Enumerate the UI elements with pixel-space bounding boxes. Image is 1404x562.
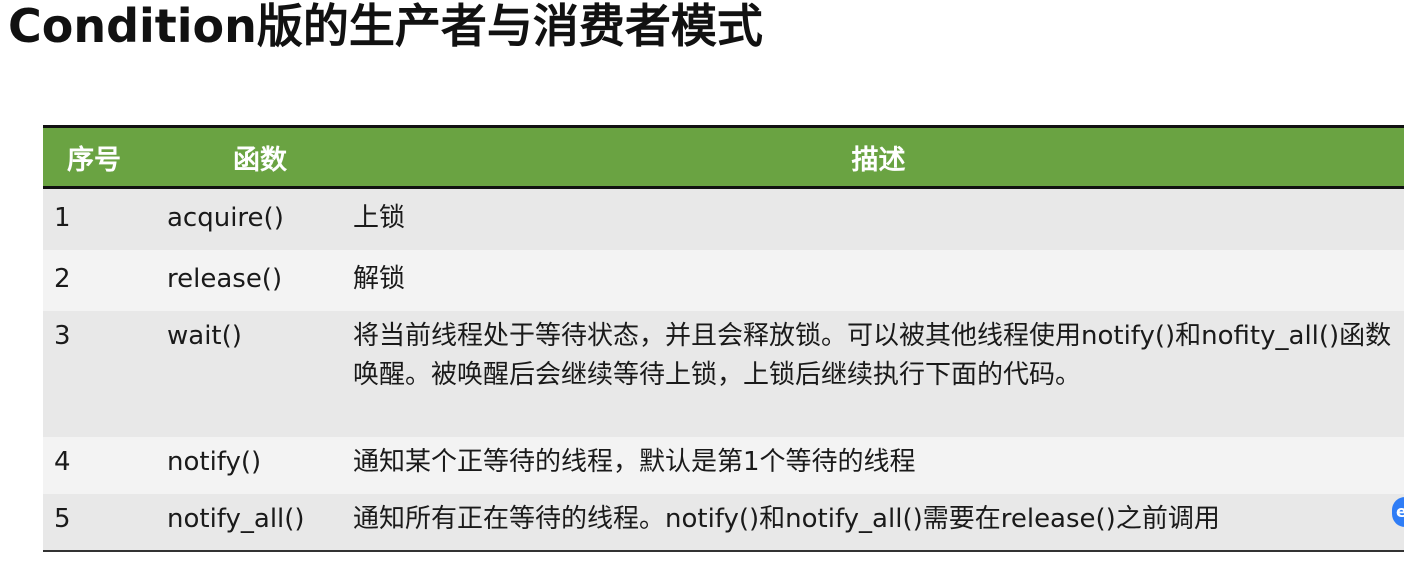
function-table: 序号 函数 描述 1 acquire() 上锁 2 release() 解锁 3… [43, 125, 1404, 552]
row-function: notify_all() [167, 494, 353, 552]
row-description: 通知所有正在等待的线程。notify()和notify_all()需要在rele… [353, 494, 1404, 552]
table-row: 4 notify() 通知某个正等待的线程，默认是第1个等待的线程 [43, 437, 1404, 494]
header-number: 序号 [43, 125, 167, 189]
row-number: 5 [43, 494, 167, 552]
row-function: release() [167, 264, 283, 294]
table-row: 3 wait() 将当前线程处于等待状态，并且会释放锁。可以被其他线程使用not… [43, 311, 1404, 437]
table-row: 2 release() 解锁 [43, 250, 1404, 311]
table-row: 5 notify_all() 通知所有正在等待的线程。notify()和noti… [43, 494, 1404, 552]
row-description: 通知某个正等待的线程，默认是第1个等待的线程 [353, 447, 916, 477]
row-description: 上锁 [353, 203, 406, 233]
row-number: 4 [54, 447, 71, 477]
row-function: acquire() [167, 203, 284, 233]
row-description: 将当前线程处于等待状态，并且会释放锁。可以被其他线程使用notify()和nof… [353, 321, 1392, 390]
header-description: 描述 [353, 125, 1404, 189]
row-number: 1 [54, 203, 71, 233]
table-header-row: 序号 函数 描述 [43, 125, 1404, 189]
header-function: 函数 [167, 125, 353, 189]
row-function: wait() [167, 321, 242, 351]
row-function: notify() [167, 447, 262, 477]
row-description: 解锁 [353, 264, 406, 294]
table-row: 1 acquire() 上锁 [43, 187, 1404, 250]
function-table-container: 序号 函数 描述 1 acquire() 上锁 2 release() 解锁 3… [43, 125, 1404, 552]
row-number: 3 [54, 321, 71, 351]
row-number: 2 [54, 264, 71, 294]
page-title: Condition版的生产者与消费者模式 [8, 0, 763, 53]
